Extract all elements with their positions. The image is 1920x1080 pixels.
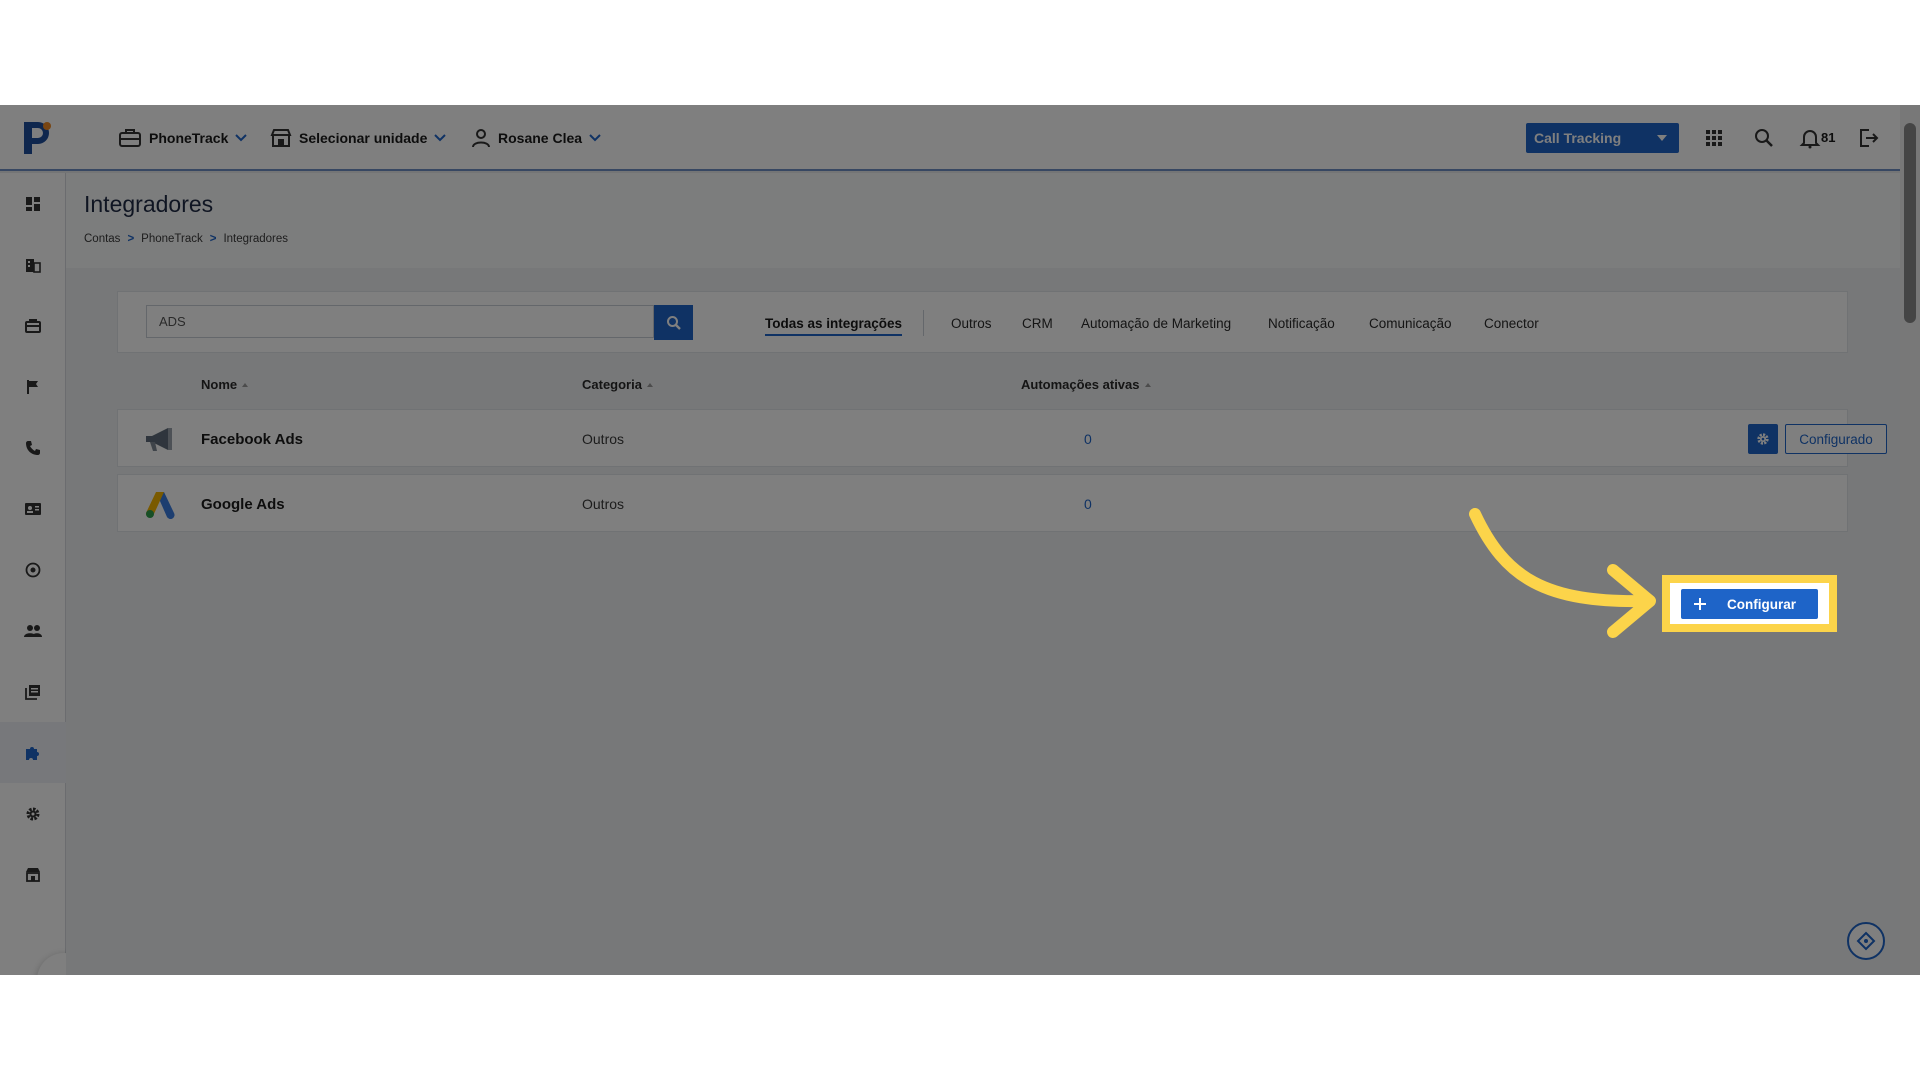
breadcrumb-separator: >	[209, 233, 217, 245]
phone-icon	[26, 440, 40, 455]
puzzle-icon	[26, 746, 39, 760]
tab-divider	[923, 310, 924, 336]
tab-communication[interactable]: Comunicação	[1369, 316, 1452, 331]
apps-grid-icon[interactable]	[1703, 127, 1725, 149]
sidebar-item-settings[interactable]	[0, 783, 66, 844]
google-ads-icon	[145, 492, 175, 519]
sidebar-item-integrations[interactable]	[0, 722, 66, 783]
search-icon	[666, 315, 681, 330]
highlight-box: Configurar	[1662, 575, 1837, 632]
search-input[interactable]	[146, 305, 654, 338]
breadcrumb-item-accounts[interactable]: Contas	[84, 233, 120, 245]
sidebar-item-contacts[interactable]	[0, 478, 66, 539]
sidebar: g.	[0, 173, 91, 975]
search-button[interactable]	[654, 305, 693, 340]
tab-connector[interactable]: Conector	[1484, 316, 1539, 331]
column-header-name[interactable]: Nome	[201, 377, 249, 392]
bell-icon[interactable]	[1799, 127, 1821, 149]
sort-icon	[646, 382, 653, 387]
account-menu-label: PhoneTrack	[149, 130, 229, 146]
target-icon	[25, 562, 41, 577]
product-select[interactable]: Call Tracking	[1526, 123, 1679, 153]
tab-marketing-automation[interactable]: Automação de Marketing	[1081, 316, 1231, 331]
gear-icon	[1757, 433, 1769, 445]
scrollbar-thumb[interactable]	[1904, 123, 1916, 323]
active-automations-count[interactable]: 0	[1084, 496, 1092, 512]
tab-all[interactable]: Todas as integrações	[765, 316, 903, 336]
plus-icon	[1694, 598, 1706, 610]
page-title: Integradores	[84, 191, 214, 217]
breadcrumb-item-current: Integradores	[223, 233, 289, 245]
page-header: Integradores Contas > PhoneTrack > Integ…	[66, 173, 1900, 268]
user-icon	[472, 129, 490, 148]
sidebar-item-dashboard[interactable]	[0, 173, 66, 234]
chevron-down-icon	[235, 134, 248, 142]
store-icon	[270, 129, 292, 147]
tab-outros[interactable]: Outros	[951, 316, 992, 331]
table-row: Facebook Ads Outros 0 Configurado	[117, 409, 1887, 467]
breadcrumb: Contas > PhoneTrack > Integradores	[84, 233, 288, 245]
sidebar-item-users[interactable]	[0, 600, 66, 661]
sidebar-item-reports[interactable]	[0, 661, 66, 722]
notifications-count: 81	[1821, 130, 1836, 145]
gear-icon	[26, 807, 40, 820]
integration-category: Outros	[582, 496, 625, 512]
users-icon	[24, 624, 42, 637]
sidebar-item-flags[interactable]	[0, 356, 66, 417]
sort-icon	[1144, 382, 1151, 387]
sidebar-item-store[interactable]	[0, 844, 66, 905]
search-icon[interactable]	[1753, 127, 1775, 149]
configure-button-label: Configurar	[1727, 596, 1796, 612]
unit-menu-label: Selecionar unidade	[299, 130, 428, 146]
settings-button[interactable]	[1748, 424, 1778, 454]
sidebar-item-accounts[interactable]	[0, 234, 66, 295]
dashboard-icon	[26, 196, 40, 211]
account-menu[interactable]: PhoneTrack	[118, 125, 248, 151]
breadcrumb-separator: >	[127, 233, 135, 245]
user-menu[interactable]: Rosane Clea	[471, 125, 601, 151]
sidebar-item-calls[interactable]	[0, 417, 66, 478]
integration-name: Facebook Ads	[201, 431, 303, 448]
help-button[interactable]	[1847, 922, 1885, 960]
user-menu-label: Rosane Clea	[498, 130, 583, 146]
pointer-arrow-icon	[1469, 508, 1656, 638]
flag-icon	[27, 379, 38, 394]
app-window: PhoneTrack Selecionar unidade Rosane Cle…	[0, 105, 1920, 975]
column-header-active-automations[interactable]: Automações ativas	[1021, 377, 1151, 392]
tab-crm[interactable]: CRM	[1022, 316, 1053, 331]
contact-card-icon	[25, 502, 41, 515]
configured-button[interactable]: Configurado	[1785, 424, 1887, 454]
chevron-down-icon	[589, 134, 601, 142]
product-select-label: Call Tracking	[1534, 130, 1622, 146]
buildings-icon	[26, 258, 41, 273]
sidebar-item-campaigns[interactable]	[0, 295, 66, 356]
breadcrumb-item-account[interactable]: PhoneTrack	[141, 233, 203, 245]
column-header-name-label: Nome	[201, 377, 238, 392]
unit-menu[interactable]: Selecionar unidade	[270, 125, 447, 151]
tab-notification[interactable]: Notificação	[1268, 316, 1335, 331]
column-header-category-label: Categoria	[582, 377, 642, 392]
store-icon	[26, 867, 40, 882]
reports-icon	[25, 684, 40, 700]
scrollbar[interactable]	[1900, 105, 1920, 975]
briefcase-icon	[119, 129, 141, 147]
active-automations-count[interactable]: 0	[1084, 431, 1092, 447]
configure-button[interactable]: Configurar	[1681, 589, 1818, 619]
integration-name: Google Ads	[201, 496, 285, 513]
chat-icon	[1856, 931, 1876, 951]
sidebar-item-goals[interactable]	[0, 539, 66, 600]
briefcase-icon	[25, 318, 41, 333]
chevron-down-icon	[434, 134, 447, 142]
megaphone-icon	[146, 428, 172, 451]
column-header-category[interactable]: Categoria	[582, 377, 653, 392]
column-header-active-label: Automações ativas	[1021, 377, 1140, 392]
top-bar: PhoneTrack Selecionar unidade Rosane Cle…	[0, 105, 1900, 171]
filter-card: Todas as integrações Outros CRM Automaçã…	[117, 291, 1848, 353]
app-logo[interactable]	[20, 118, 54, 158]
integration-category: Outros	[582, 431, 625, 447]
logout-icon[interactable]	[1858, 127, 1880, 149]
sort-icon	[242, 382, 249, 387]
caret-down-icon	[1657, 135, 1667, 141]
